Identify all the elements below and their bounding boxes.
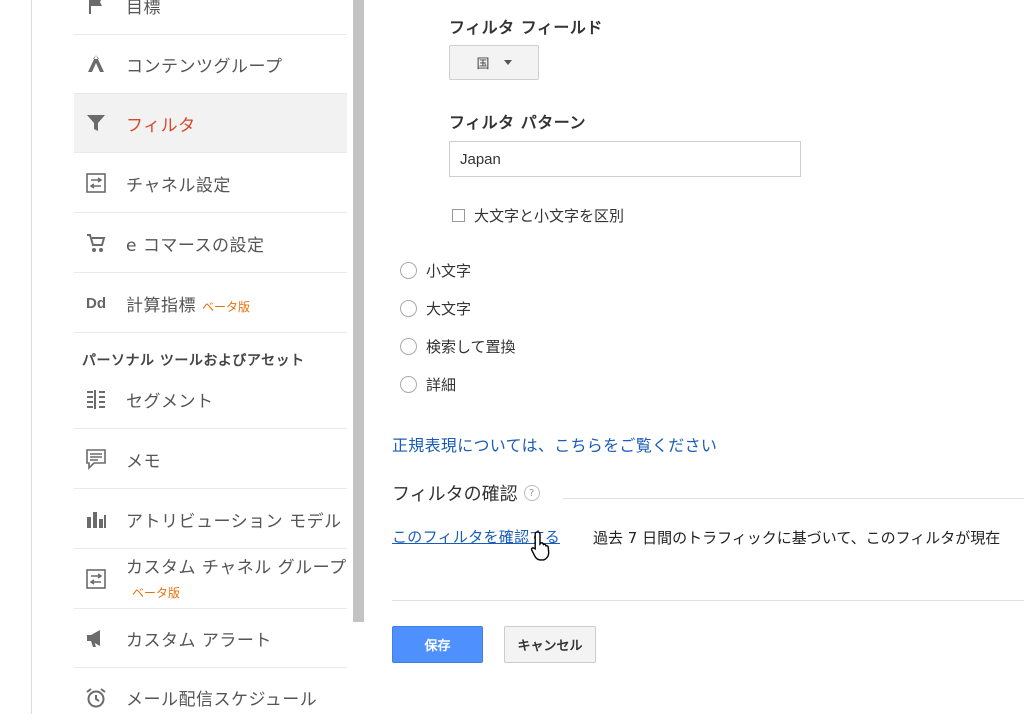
filter-pattern-label: フィルタ パターン — [449, 113, 586, 132]
verify-filter-heading: フィルタの確認 ? — [392, 480, 540, 506]
filter-field-value: 国 — [476, 57, 490, 72]
sidebar-item-attribution-models[interactable]: アトリビューション モデル — [74, 490, 347, 549]
chevron-down-icon — [503, 60, 512, 65]
content-group-icon — [84, 52, 108, 76]
section-divider — [563, 498, 1024, 499]
sidebar-item-goals[interactable]: 目標 — [74, 0, 347, 35]
radio-label: 詳細 — [426, 376, 457, 394]
cart-icon — [84, 231, 108, 255]
channel-settings-icon — [84, 171, 108, 195]
help-icon[interactable]: ? — [523, 485, 540, 501]
sidebar-item-label: 計算指標 — [126, 295, 196, 316]
sidebar-item-custom-channel-groups[interactable]: カスタム チャネル グループベータ版 — [74, 550, 347, 609]
segment-icon — [84, 387, 108, 411]
radio-label: 検索して置換 — [426, 338, 516, 356]
sidebar-item-label: メモ — [126, 451, 161, 472]
beta-badge: ベータ版 — [132, 586, 181, 600]
sidebar: 目標 コンテンツグループ フィルタ チャネル設定 e コマースの設定 Dd 計算… — [74, 0, 347, 714]
sidebar-item-label: カスタム アラート — [126, 630, 272, 651]
sidebar-item-label: チャネル設定 — [126, 175, 231, 196]
sidebar-item-label: カスタム チャネル グループ — [126, 558, 347, 578]
radio-label: 小文字 — [426, 262, 472, 280]
sidebar-item-label: セグメント — [126, 391, 214, 412]
flag-icon — [84, 0, 108, 17]
sidebar-scrollbar[interactable] — [353, 0, 364, 622]
filter-field-dropdown[interactable]: 国 — [449, 45, 539, 80]
beta-badge: ベータ版 — [202, 299, 251, 314]
section-title-personal-tools: パーソナル ツールおよびアセット — [82, 353, 305, 369]
form-divider — [392, 600, 1024, 601]
left-gutter-divider — [31, 0, 32, 714]
sidebar-item-label: e コマースの設定 — [126, 235, 265, 256]
filter-icon — [84, 111, 108, 135]
filter-pattern-input[interactable] — [449, 141, 801, 177]
filter-field-label: フィルタ フィールド — [449, 18, 603, 37]
sidebar-item-content-groups[interactable]: コンテンツグループ — [74, 35, 347, 94]
radio-option-lowercase[interactable]: 小文字 — [400, 260, 471, 281]
radio-label: 大文字 — [426, 300, 472, 318]
attribution-icon — [84, 507, 108, 531]
radio-option-uppercase[interactable]: 大文字 — [400, 298, 471, 319]
sidebar-item-label: 目標 — [126, 0, 161, 18]
sidebar-item-ecommerce[interactable]: e コマースの設定 — [74, 214, 347, 273]
regex-help-link[interactable]: 正規表現については、こちらをご覧ください — [392, 432, 717, 456]
verify-heading-text: フィルタの確認 — [392, 484, 518, 505]
radio-option-advanced[interactable]: 詳細 — [400, 374, 456, 395]
sidebar-item-custom-alerts[interactable]: カスタム アラート — [74, 609, 347, 668]
radio-button[interactable] — [400, 262, 417, 279]
radio-button[interactable] — [400, 300, 417, 317]
alarm-clock-icon — [84, 686, 108, 710]
sidebar-item-segments[interactable]: セグメント — [74, 370, 347, 429]
verify-description: 過去 7 日間のトラフィックに基づいて、このフィルタが現在 — [593, 529, 1001, 547]
megaphone-icon — [84, 626, 108, 650]
case-sensitive-option[interactable]: 大文字と小文字を区別 — [452, 205, 624, 226]
radio-option-search-replace[interactable]: 検索して置換 — [400, 336, 516, 357]
filter-form: フィルタ フィールド 国 フィルタ パターン 大文字と小文字を区別 小文字 大文… — [365, 0, 1024, 714]
case-sensitive-label: 大文字と小文字を区別 — [474, 207, 625, 225]
save-button[interactable]: 保存 — [392, 626, 483, 663]
sidebar-item-annotations[interactable]: メモ — [74, 430, 347, 489]
sidebar-item-label: メール配信スケジュール — [126, 690, 318, 710]
custom-channel-icon — [84, 567, 108, 591]
sidebar-item-scheduled-emails[interactable]: メール配信スケジュール — [74, 668, 347, 727]
cancel-button[interactable]: キャンセル — [504, 626, 596, 663]
dd-icon: Dd — [86, 294, 106, 312]
hand-cursor-icon — [530, 531, 550, 561]
radio-button[interactable] — [400, 338, 417, 355]
sidebar-item-label: アトリビューション モデル — [126, 511, 342, 532]
sidebar-item-calculated-metrics[interactable]: Dd 計算指標 ベータ版 — [74, 274, 347, 333]
sidebar-item-filters[interactable]: フィルタ — [74, 94, 347, 153]
case-sensitive-checkbox[interactable] — [452, 209, 465, 222]
sidebar-item-label: フィルタ — [126, 115, 196, 136]
sidebar-item-channel-settings[interactable]: チャネル設定 — [74, 154, 347, 213]
sidebar-item-label: コンテンツグループ — [126, 56, 283, 77]
radio-button[interactable] — [400, 376, 417, 393]
memo-icon — [84, 447, 108, 471]
